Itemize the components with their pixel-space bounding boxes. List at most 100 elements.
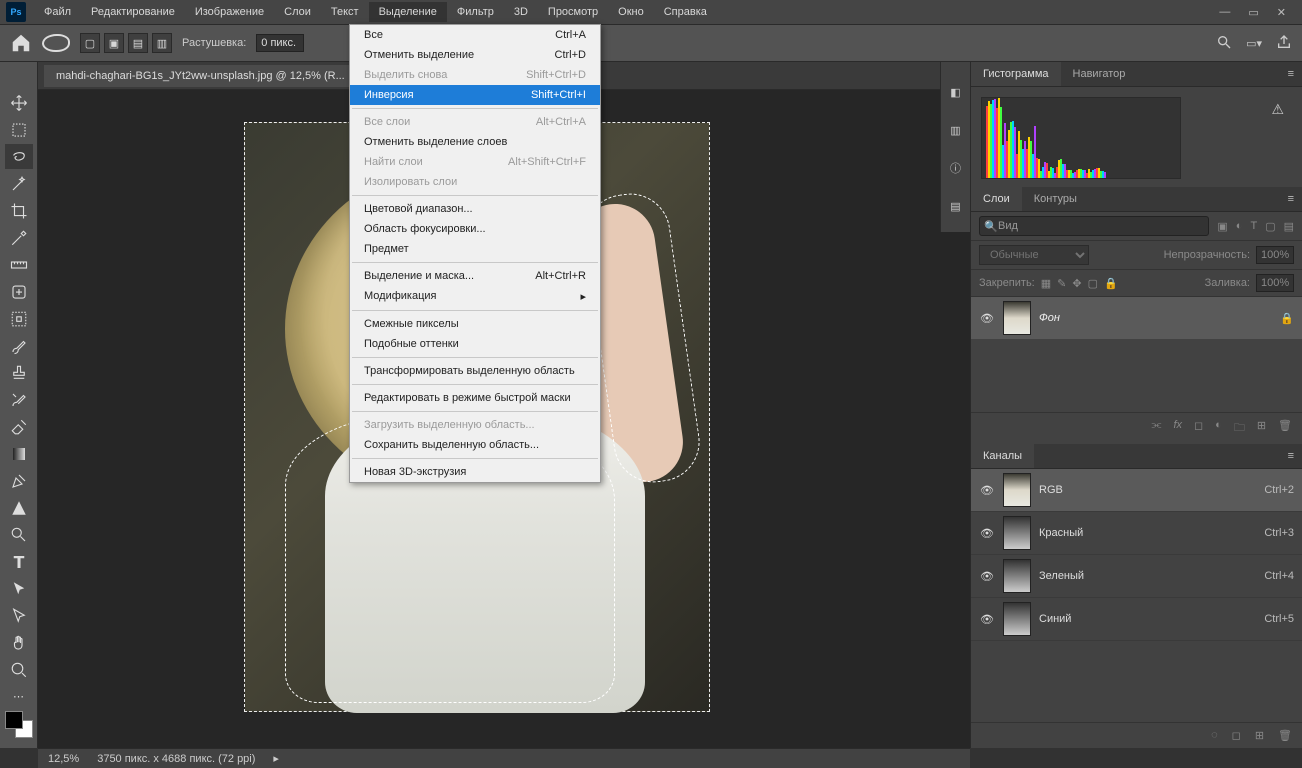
- color-swatches[interactable]: [5, 711, 33, 738]
- menu-item[interactable]: Подобные оттенки: [350, 334, 600, 354]
- object-select-tool[interactable]: [5, 306, 33, 331]
- visibility-icon[interactable]: 👁: [979, 570, 995, 583]
- lock-position-icon[interactable]: ✥: [1072, 277, 1081, 290]
- menu-справка[interactable]: Справка: [654, 2, 717, 22]
- active-tool-icon[interactable]: [42, 34, 70, 52]
- zoom-level[interactable]: 12,5%: [48, 753, 79, 765]
- magic-wand-tool[interactable]: [5, 171, 33, 196]
- menu-item[interactable]: Предмет: [350, 239, 600, 259]
- channel-row[interactable]: 👁RGBCtrl+2: [971, 469, 1302, 512]
- menu-3d[interactable]: 3D: [504, 2, 538, 22]
- panel-menu-icon[interactable]: ≡: [1280, 450, 1302, 462]
- sel-sub[interactable]: ▤: [128, 33, 148, 53]
- eyedropper-tool[interactable]: [5, 225, 33, 250]
- menu-выделение[interactable]: Выделение: [369, 2, 447, 22]
- load-selection-icon[interactable]: ◌: [1211, 729, 1218, 742]
- close-button[interactable]: ✕: [1277, 6, 1286, 19]
- filter-image-icon[interactable]: ▣: [1217, 220, 1227, 233]
- type-tool[interactable]: [5, 549, 33, 574]
- channel-row[interactable]: 👁КрасныйCtrl+3: [971, 512, 1302, 555]
- lock-artboard-icon[interactable]: ▢: [1088, 277, 1098, 290]
- menu-item[interactable]: Отменить выделениеCtrl+D: [350, 45, 600, 65]
- edit-toolbar[interactable]: ⋯: [5, 684, 33, 709]
- menu-item[interactable]: Новая 3D-экструзия: [350, 462, 600, 482]
- link-icon[interactable]: ⫘: [1152, 419, 1162, 438]
- gradient-tool[interactable]: [5, 441, 33, 466]
- channel-row[interactable]: 👁ЗеленыйCtrl+4: [971, 555, 1302, 598]
- group-icon[interactable]: 🗀: [1234, 419, 1245, 438]
- menu-текст[interactable]: Текст: [321, 2, 369, 22]
- menu-фильтр[interactable]: Фильтр: [447, 2, 504, 22]
- opacity-input[interactable]: [1256, 246, 1294, 264]
- blend-mode-select[interactable]: Обычные: [979, 245, 1089, 265]
- filter-smart-icon[interactable]: ▤: [1284, 220, 1294, 233]
- document-dims[interactable]: 3750 пикс. x 4688 пикс. (72 ppi): [97, 753, 255, 765]
- home-icon[interactable]: [10, 32, 32, 54]
- adjustments-icon[interactable]: ◧: [946, 82, 966, 102]
- minimize-button[interactable]: —: [1219, 6, 1230, 19]
- menu-item[interactable]: Модификация: [350, 286, 600, 307]
- save-selection-icon[interactable]: ◻: [1232, 729, 1241, 742]
- workspace-icon[interactable]: ▭▾: [1246, 37, 1262, 50]
- menu-изображение[interactable]: Изображение: [185, 2, 274, 22]
- feather-input[interactable]: [256, 34, 304, 52]
- sel-intersect[interactable]: ▥: [152, 33, 172, 53]
- libraries-icon[interactable]: ▤: [946, 196, 966, 216]
- panel-menu-icon[interactable]: ≡: [1280, 68, 1302, 80]
- menu-окно[interactable]: Окно: [608, 2, 654, 22]
- healing-tool[interactable]: [5, 279, 33, 304]
- menu-редактирование[interactable]: Редактирование: [81, 2, 185, 22]
- eraser-tool[interactable]: [5, 414, 33, 439]
- visibility-icon[interactable]: 👁: [979, 484, 995, 497]
- filter-shape-icon[interactable]: ▢: [1265, 220, 1275, 233]
- filter-type-icon[interactable]: T: [1250, 220, 1257, 233]
- layer-thumbnail[interactable]: [1003, 301, 1031, 335]
- warning-icon[interactable]: ⚠: [1271, 101, 1284, 118]
- marquee-tool[interactable]: [5, 117, 33, 142]
- document-tab[interactable]: mahdi-chaghari-BG1s_JYt2ww-unsplash.jpg …: [44, 65, 357, 87]
- layer-row[interactable]: 👁 Фон 🔒: [971, 297, 1302, 339]
- search-icon[interactable]: [1216, 34, 1232, 53]
- tab-channels[interactable]: Каналы: [971, 444, 1034, 468]
- fill-input[interactable]: [1256, 274, 1294, 292]
- sel-add[interactable]: ▣: [104, 33, 124, 53]
- new-channel-icon[interactable]: ⊞: [1255, 729, 1264, 742]
- crop-tool[interactable]: [5, 198, 33, 223]
- share-icon[interactable]: [1276, 34, 1292, 53]
- lock-pixels-icon[interactable]: ▦: [1041, 277, 1051, 290]
- pen-tool[interactable]: [5, 468, 33, 493]
- tab-histogram[interactable]: Гистограмма: [971, 62, 1061, 86]
- filter-adjust-icon[interactable]: ◐: [1236, 220, 1243, 233]
- hand-tool[interactable]: [5, 630, 33, 655]
- layer-name[interactable]: Фон: [1039, 312, 1272, 324]
- delete-icon[interactable]: 🗑: [1278, 419, 1292, 438]
- menu-просмотр[interactable]: Просмотр: [538, 2, 608, 22]
- delete-channel-icon[interactable]: 🗑: [1278, 729, 1292, 742]
- lasso-tool[interactable]: [5, 144, 33, 169]
- path-select-tool[interactable]: [5, 576, 33, 601]
- stamp-tool[interactable]: [5, 360, 33, 385]
- tab-navigator[interactable]: Навигатор: [1061, 62, 1138, 86]
- menu-item[interactable]: Отменить выделение слоев: [350, 132, 600, 152]
- visibility-icon[interactable]: 👁: [979, 527, 995, 540]
- layer-filter-input[interactable]: 🔍Вид: [979, 216, 1209, 236]
- direct-select-tool[interactable]: [5, 603, 33, 628]
- menu-item[interactable]: Редактировать в режиме быстрой маски: [350, 388, 600, 408]
- shape-tool[interactable]: [5, 495, 33, 520]
- adjustment-icon[interactable]: ◐: [1215, 419, 1222, 438]
- panel-menu-icon[interactable]: ≡: [1280, 193, 1302, 205]
- brush-tool[interactable]: [5, 333, 33, 358]
- properties-icon[interactable]: ▥: [946, 120, 966, 140]
- tab-paths[interactable]: Контуры: [1022, 187, 1089, 211]
- channel-row[interactable]: 👁СинийCtrl+5: [971, 598, 1302, 641]
- menu-слои[interactable]: Слои: [274, 2, 321, 22]
- visibility-icon[interactable]: 👁: [979, 312, 995, 325]
- menu-item[interactable]: ИнверсияShift+Ctrl+I: [350, 85, 600, 105]
- fx-icon[interactable]: fx: [1173, 419, 1182, 438]
- dodge-tool[interactable]: [5, 522, 33, 547]
- menu-item[interactable]: Область фокусировки...: [350, 219, 600, 239]
- new-layer-icon[interactable]: ⊞: [1257, 419, 1266, 438]
- ruler-tool[interactable]: [5, 252, 33, 277]
- lock-all-icon[interactable]: 🔒: [1104, 277, 1118, 290]
- move-tool[interactable]: [5, 90, 33, 115]
